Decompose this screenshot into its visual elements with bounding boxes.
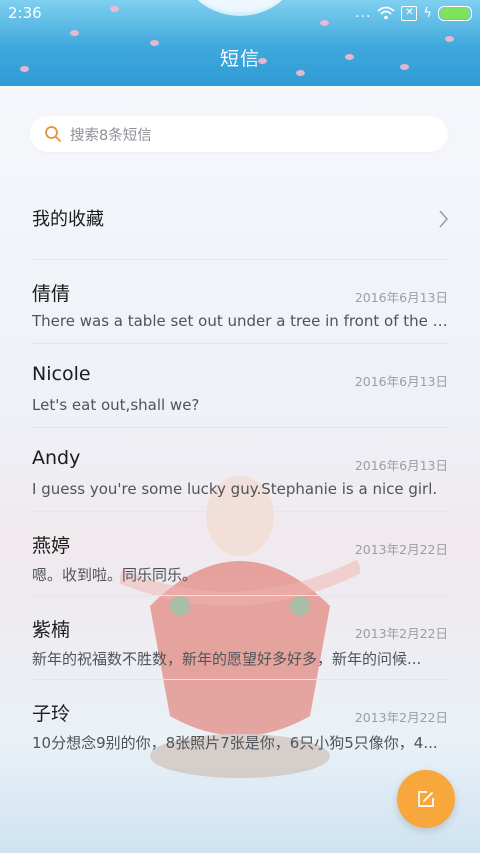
contact-name: 倩倩	[32, 283, 71, 305]
compose-button[interactable]	[397, 770, 455, 828]
signal-dots: ...	[355, 5, 372, 21]
battery-fill	[440, 7, 470, 19]
petal-decoration	[110, 6, 119, 12]
message-preview: Let's eat out,shall we?	[32, 396, 200, 414]
status-icons: ... ✕ ϟ	[355, 5, 472, 21]
divider	[32, 343, 448, 344]
petal-decoration	[70, 30, 79, 36]
charging-icon: ϟ	[423, 5, 432, 21]
contact-name: 子玲	[32, 703, 71, 725]
message-date: 2013年2月22日	[354, 710, 448, 725]
search-icon	[45, 126, 61, 142]
conversation-item[interactable]: 紫楠 2013年2月22日 新年的祝福数不胜数，新年的愿望好多好多，新年的问候.…	[0, 615, 480, 699]
search-placeholder: 搜索8条短信	[70, 127, 152, 144]
message-date: 2016年6月13日	[354, 458, 448, 473]
favorites-label: 我的收藏	[32, 209, 104, 230]
header-sun-decoration	[176, 0, 304, 16]
petal-decoration	[445, 36, 454, 42]
app-header: 2:36 ... ✕ ϟ 短信	[0, 0, 480, 86]
compose-icon	[418, 791, 434, 807]
message-preview: 新年的祝福数不胜数，新年的愿望好多好多，新年的问候...	[32, 650, 422, 668]
message-preview: 10分想念9别的你，8张照片7张是你，6只小狗5只像你，4...	[32, 734, 438, 752]
petal-decoration	[320, 20, 329, 26]
conversation-item[interactable]: Nicole 2016年6月13日 Let's eat out,shall we…	[0, 363, 480, 447]
divider	[32, 511, 448, 512]
page-title: 短信	[219, 48, 260, 70]
message-date: 2013年2月22日	[354, 626, 448, 641]
contact-name: Nicole	[32, 363, 91, 385]
contact-name: 紫楠	[32, 619, 71, 641]
status-time: 2:36	[8, 4, 42, 22]
search-bar[interactable]: 搜索8条短信	[30, 116, 448, 152]
divider	[32, 679, 448, 680]
divider	[32, 259, 448, 260]
conversation-item[interactable]: 燕婷 2013年2月22日 嗯。收到啦。同乐同乐。	[0, 531, 480, 615]
contact-name: Andy	[32, 447, 81, 469]
message-date: 2016年6月13日	[354, 290, 448, 305]
message-preview: I guess you're some lucky guy.Stephanie …	[32, 480, 438, 498]
contact-name: 燕婷	[32, 535, 71, 557]
conversation-item[interactable]: Andy 2016年6月13日 I guess you're some luck…	[0, 447, 480, 531]
no-sim-icon: ✕	[401, 5, 418, 21]
message-date: 2016年6月13日	[354, 374, 448, 389]
conversation-list-area: 搜索8条短信 我的收藏 倩倩 2016年6月13日 There was a ta…	[0, 86, 480, 853]
conversation-item[interactable]: 子玲 2013年2月22日 10分想念9别的你，8张照片7张是你，6只小狗5只像…	[0, 699, 480, 783]
message-date: 2013年2月22日	[354, 542, 448, 557]
message-preview: There was a table set out under a tree i…	[32, 312, 448, 330]
battery-icon	[438, 5, 472, 21]
wifi-icon	[377, 6, 396, 20]
divider	[32, 427, 448, 428]
favorites-row[interactable]: 我的收藏	[0, 190, 480, 250]
chevron-right-icon	[439, 210, 449, 228]
divider	[32, 595, 448, 596]
conversation-item[interactable]: 倩倩 2016年6月13日 There was a table set out …	[0, 279, 480, 363]
message-preview: 嗯。收到啦。同乐同乐。	[32, 566, 198, 584]
